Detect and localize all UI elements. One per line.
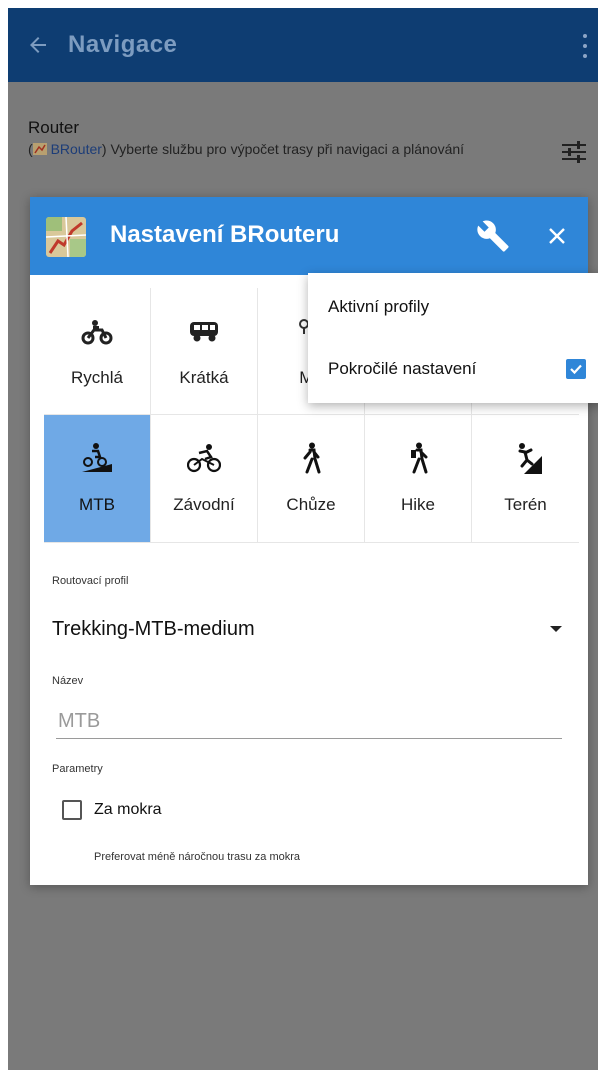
close-icon [549,228,565,244]
parameters-label: Parametry [52,763,103,775]
overflow-popup-menu: Aktivní profily Pokročilé nastavení [308,273,598,403]
wet-conditions-label: Za mokra [94,801,162,818]
profile-short[interactable]: Krátká [151,288,258,414]
name-label: Název [52,675,84,687]
profile-fast[interactable]: Rychlá [44,288,151,414]
walking-icon [303,442,321,474]
profile-label: Hike [400,495,435,514]
routing-profile-label: Routovací profil [52,575,129,587]
dialog-title: Nastavení BRouteru [110,221,340,248]
dialog-header: Nastavení BRouteru [30,197,588,275]
profile-label: Terén [504,495,547,514]
router-title: Router [28,118,80,137]
overflow-menu-icon[interactable] [576,32,594,60]
profile-label: Krátká [179,368,229,387]
routing-profile-value: Trekking-MTB-medium [52,617,255,640]
hiking-icon [411,442,428,474]
wrench-icon[interactable] [476,219,510,253]
wet-conditions-hint: Preferovat méně náročnou trasu za mokra [94,851,301,863]
profile-label: Závodní [173,495,235,514]
brouter-link[interactable]: BRouter [51,141,102,157]
profile-label: MTB [79,495,115,514]
brouter-small-icon [32,143,47,155]
divider [44,542,579,543]
router-desc-rest: ) Vyberte službu pro výpočet trasy při n… [101,141,465,157]
road-bike-icon [187,444,221,473]
profile-hike[interactable]: Hike [365,415,472,542]
wet-conditions-option[interactable]: Za mokra [62,800,162,820]
climbing-icon [518,443,542,474]
profile-racing[interactable]: Závodní [151,415,258,542]
screen: Navigace Router ( BRouter) Vyberte služb… [8,8,598,1070]
close-button[interactable] [540,219,574,253]
profile-terrain[interactable]: Terén [472,415,579,542]
back-arrow-icon [30,37,46,53]
menu-item-advanced-settings[interactable]: Pokročilé nastavení [328,359,476,379]
profile-label: Chůze [286,495,336,514]
dropdown-arrow-icon [550,626,562,632]
tune-settings-icon[interactable] [560,140,588,164]
menu-item-active-profiles[interactable]: Aktivní profily [328,297,429,317]
profile-walking[interactable]: Chůze [258,415,365,542]
router-setting[interactable]: Router ( BRouter) Vyberte službu pro výp… [28,118,588,163]
profile-label: Rychlá [71,368,123,387]
van-icon [190,322,218,342]
routing-profile-dropdown[interactable]: Trekking-MTB-medium [52,614,564,644]
wet-conditions-checkbox[interactable] [62,800,82,820]
router-description: ( BRouter) Vyberte službu pro výpočet tr… [28,140,528,158]
advanced-settings-checkbox[interactable] [566,359,586,379]
profile-mtb[interactable]: MTB [44,415,151,542]
back-button[interactable] [8,8,68,82]
app-bar: Navigace [8,8,598,82]
app-bar-title: Navigace [68,31,178,58]
profile-row-2: MTB Závodní Chůze Hike Terén [44,414,579,542]
motorcycle-icon [81,320,113,345]
name-input[interactable] [56,705,562,739]
brouter-logo-icon [46,217,86,257]
checkmark-icon [570,364,582,375]
mtb-icon [82,443,112,472]
